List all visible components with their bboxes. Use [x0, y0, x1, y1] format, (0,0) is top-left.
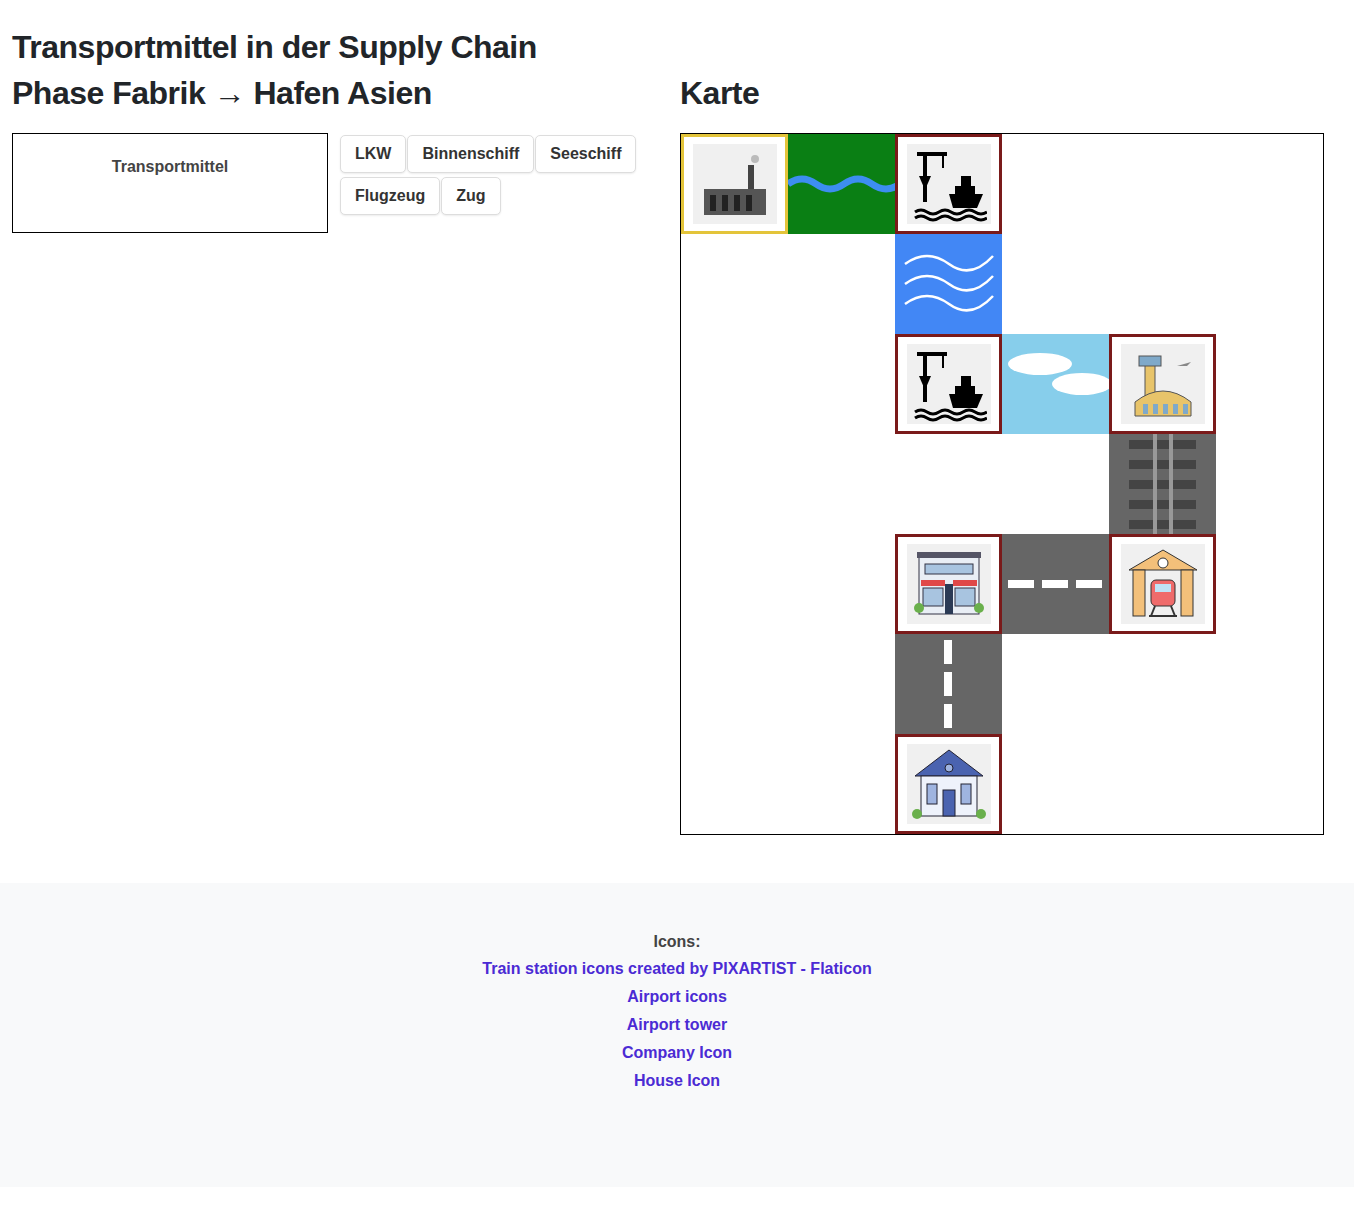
empty-tile [1216, 234, 1323, 334]
transport-button[interactable]: Zug [441, 177, 500, 215]
sea-tile [895, 234, 1002, 334]
empty-tile [681, 234, 788, 334]
transport-buttons: LKWBinnenschiffSeeschiff FlugzeugZug [340, 133, 650, 215]
empty-tile [788, 334, 895, 434]
empty-tile [1002, 234, 1109, 334]
empty-tile [681, 634, 788, 734]
credit-link[interactable]: Company Icon [622, 1043, 732, 1063]
factory-tile[interactable] [681, 134, 788, 234]
map [680, 133, 1324, 835]
port-icon [911, 146, 987, 222]
transport-dropzone[interactable]: Transportmittel [12, 133, 328, 233]
empty-tile [1216, 734, 1323, 834]
transport-button[interactable]: LKW [340, 135, 406, 173]
credit-link[interactable]: Train station icons created by PIXARTIST… [482, 959, 871, 979]
empty-tile [788, 734, 895, 834]
credit-link[interactable]: Airport icons [627, 987, 727, 1007]
empty-tile [788, 634, 895, 734]
empty-tile [1002, 634, 1109, 734]
empty-tile [1216, 634, 1323, 734]
empty-tile [1109, 634, 1216, 734]
tile-image [1121, 544, 1205, 624]
tile-image [693, 144, 777, 224]
airport-tile[interactable] [1109, 334, 1216, 434]
empty-tile [1216, 534, 1323, 634]
columns: Phase Fabrik → Hafen Asien Transportmitte… [12, 74, 1342, 834]
tile-image [1121, 344, 1205, 424]
footer-label: Icons: [653, 933, 700, 951]
empty-tile [788, 534, 895, 634]
road-v-tile [895, 634, 1002, 734]
house-icon [909, 746, 989, 822]
empty-tile [1109, 234, 1216, 334]
tile-image [907, 744, 991, 824]
tile-image [907, 344, 991, 424]
empty-tile [681, 434, 788, 534]
port-tile[interactable] [895, 334, 1002, 434]
empty-tile [1216, 434, 1323, 534]
road-icon [1002, 534, 1109, 634]
map-panel: Karte [680, 74, 1324, 834]
footer: Icons: Train station icons created by PIX… [0, 883, 1354, 1187]
page: Transportmittel in der Supply Chain Phase… [0, 28, 1354, 1224]
airport-icon [1125, 346, 1201, 422]
empty-tile [1216, 134, 1323, 234]
empty-tile [681, 734, 788, 834]
empty-tile [1002, 434, 1109, 534]
transport-button[interactable]: Seeschiff [535, 135, 636, 173]
empty-tile [1002, 134, 1109, 234]
factory-icon [700, 149, 770, 219]
sea-icon [895, 234, 1002, 334]
credit-link[interactable]: Airport tower [627, 1015, 727, 1035]
empty-tile [1002, 734, 1109, 834]
empty-tile [1109, 134, 1216, 234]
tile-image [907, 544, 991, 624]
rail-tile [1109, 434, 1216, 534]
phase-row: Transportmittel LKWBinnenschiffSeeschiff F… [12, 133, 668, 233]
river-icon [788, 134, 895, 234]
map-title: Karte [680, 74, 1324, 112]
phase-title: Phase Fabrik → Hafen Asien [12, 74, 668, 112]
main: Transportmittel in der Supply Chain Phase… [0, 28, 1354, 835]
transport-button[interactable]: Flugzeug [340, 177, 440, 215]
port-tile[interactable] [895, 134, 1002, 234]
empty-tile [788, 234, 895, 334]
clouds-icon [1002, 334, 1109, 434]
train-station-icon [1125, 546, 1201, 622]
empty-tile [895, 434, 1002, 534]
station-tile[interactable] [1109, 534, 1216, 634]
air-tile [1002, 334, 1109, 434]
empty-tile [1216, 334, 1323, 434]
empty-tile [681, 334, 788, 434]
house-tile[interactable] [895, 734, 1002, 834]
tile-image [907, 144, 991, 224]
road-icon [895, 634, 1002, 734]
river-tile [788, 134, 895, 234]
shop-tile[interactable] [895, 534, 1002, 634]
port-icon [911, 346, 987, 422]
credit-link[interactable]: House Icon [634, 1071, 720, 1091]
phase-panel: Phase Fabrik → Hafen Asien Transportmitte… [12, 74, 668, 834]
transport-button[interactable]: Binnenschiff [407, 135, 534, 173]
empty-tile [681, 534, 788, 634]
shop-icon [911, 546, 987, 622]
road-h-tile [1002, 534, 1109, 634]
rail-icon [1109, 434, 1216, 534]
empty-tile [1109, 734, 1216, 834]
page-title: Transportmittel in der Supply Chain [12, 28, 1342, 66]
empty-tile [788, 434, 895, 534]
